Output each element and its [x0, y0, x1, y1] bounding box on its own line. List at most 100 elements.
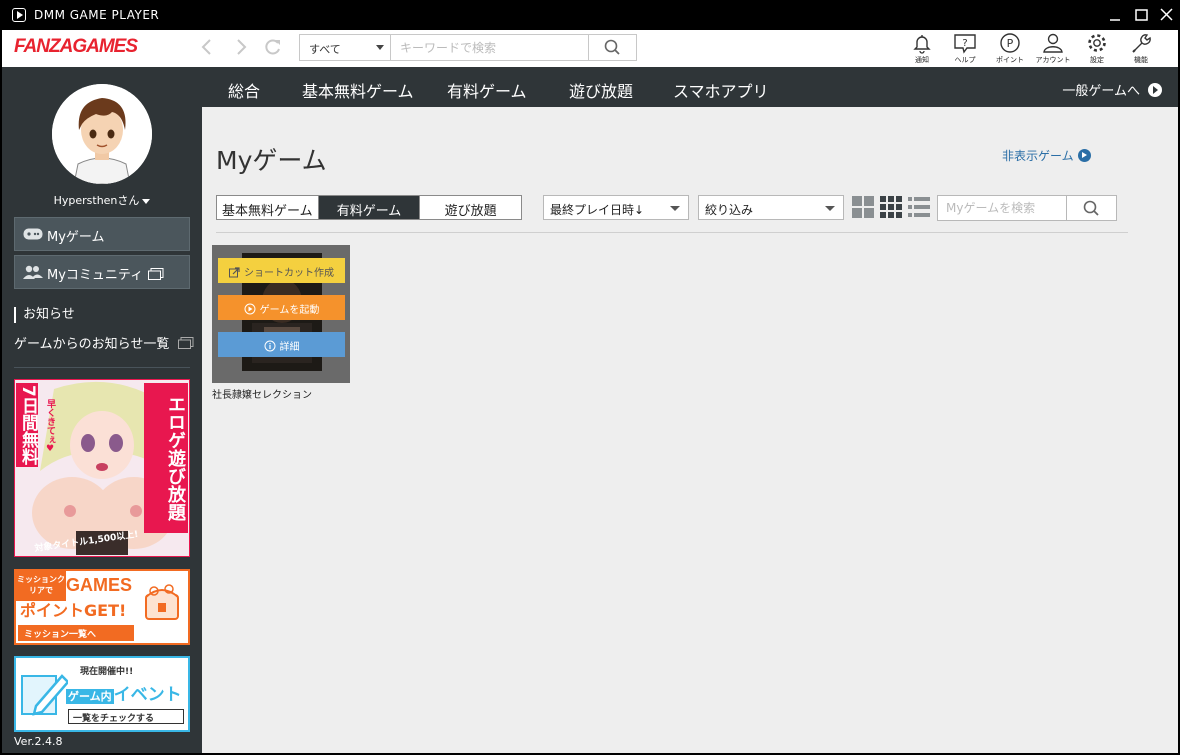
point-button[interactable]: P ポイント: [990, 30, 1030, 67]
banner3-link: 一覧をチェックする: [68, 709, 184, 724]
segment-paid-games[interactable]: 有料ゲーム: [318, 196, 421, 219]
tab-paid-games[interactable]: 有料ゲーム: [447, 78, 527, 102]
sort-value: 最終プレイ日時↓: [550, 203, 645, 217]
banner3-main1: ゲーム内: [66, 689, 114, 704]
sidebar-item-my-community[interactable]: Myコミュニティ: [14, 255, 190, 289]
search-category-select[interactable]: すべて: [300, 35, 391, 60]
notification-button[interactable]: 通知: [902, 30, 942, 67]
chevron-down-icon: [825, 206, 835, 211]
notice-heading: お知らせ: [14, 307, 75, 323]
app-logo-icon: [12, 8, 26, 22]
svg-text:?: ?: [962, 38, 967, 49]
toolbar-divider: [216, 232, 1128, 233]
chevron-down-icon: [376, 45, 384, 50]
search-input[interactable]: [392, 35, 588, 60]
tab-unlimited[interactable]: 遊び放題: [569, 78, 633, 102]
small-grid-view-button[interactable]: [880, 196, 903, 219]
large-grid-icon: [852, 196, 874, 218]
sidebar-divider: [14, 367, 190, 368]
search-icon: [1083, 200, 1099, 216]
banner2-points: ポイントGET!: [20, 601, 127, 620]
app-header: FANZAGAMES すべて 通知 ? ヘルプ: [2, 30, 1178, 67]
sort-select[interactable]: 最終プレイ日時↓: [543, 195, 689, 220]
back-arrow-icon[interactable]: [200, 38, 212, 61]
game-detail-label: 詳細: [279, 342, 300, 353]
banner-mission-points[interactable]: ミッションクリアで GAMES ポイントGET! ミッション一覧へ: [14, 569, 190, 645]
category-nav: 総合 基本無料ゲーム 有料ゲーム 遊び放題 スマホアプリ 一般ゲームへ: [202, 67, 1178, 107]
launch-game-button[interactable]: ゲームを起動: [218, 295, 345, 320]
notification-label: 通知: [915, 56, 929, 64]
banner1-free-days: 7日間無料: [16, 383, 38, 467]
settings-button[interactable]: 設定: [1077, 30, 1117, 67]
gamepad-icon: [23, 228, 43, 244]
arrow-circle-icon: [1148, 83, 1162, 97]
banner2-link: ミッション一覧へ: [18, 625, 134, 641]
help-label: ヘルプ: [954, 56, 976, 64]
page-title: Myゲーム: [216, 146, 327, 175]
settings-label: 設定: [1090, 56, 1104, 64]
account-icon: [1043, 33, 1063, 53]
search-button[interactable]: [588, 35, 636, 60]
banner1-tag: 早くきてぇ♥: [45, 399, 55, 454]
wrench-icon: [1132, 34, 1151, 53]
forward-arrow-icon[interactable]: [236, 38, 248, 61]
tools-button[interactable]: 機能: [1121, 30, 1161, 67]
large-grid-view-button[interactable]: [852, 196, 875, 219]
game-detail-button[interactable]: 詳細: [218, 332, 345, 357]
game-notice-list-label: ゲームからのお知らせ一覧: [14, 337, 170, 352]
banner3-main: ゲーム内 イベント: [66, 680, 182, 705]
search-icon: [604, 39, 620, 55]
svg-text:P: P: [1007, 37, 1014, 50]
hidden-games-link[interactable]: 非表示ゲーム: [1002, 147, 1091, 164]
filter-select[interactable]: 絞り込み: [698, 195, 844, 220]
main-content: Myゲーム 非表示ゲーム 基本無料ゲーム 有料ゲーム 遊び放題 最終プレイ日時↓…: [202, 107, 1178, 753]
close-button[interactable]: [1154, 4, 1180, 26]
brand-logo[interactable]: FANZAGAMES: [14, 36, 138, 58]
game-notice-list-link[interactable]: ゲームからのお知らせ一覧: [14, 333, 194, 352]
people-icon: [23, 265, 43, 283]
avatar[interactable]: [52, 84, 152, 184]
tab-smartphone-apps[interactable]: スマホアプリ: [673, 78, 769, 102]
tab-free-games[interactable]: 基本無料ゲーム: [302, 78, 414, 102]
reload-icon[interactable]: [264, 38, 282, 61]
tab-overview[interactable]: 総合: [228, 78, 260, 102]
create-shortcut-button[interactable]: ショートカット作成: [218, 258, 345, 283]
segment-free-games[interactable]: 基本無料ゲーム: [217, 196, 319, 219]
app-version: Ver.2.4.8: [14, 735, 63, 748]
arrow-circle-icon: [1077, 149, 1091, 162]
general-games-label: 一般ゲームへ: [1062, 84, 1140, 99]
game-card[interactable]: ショートカット作成 ゲームを起動 詳細: [212, 245, 350, 383]
username-menu[interactable]: Hypersthenさん: [2, 192, 202, 208]
bell-icon: [913, 35, 931, 54]
chevron-down-icon: [142, 198, 151, 204]
filter-value: 絞り込み: [705, 203, 754, 217]
launch-game-label: ゲームを起動: [259, 305, 320, 316]
account-button[interactable]: アカウント: [1033, 30, 1073, 67]
my-game-search-input[interactable]: [938, 196, 1066, 220]
hidden-games-label: 非表示ゲーム: [1002, 149, 1074, 163]
chevron-down-icon: [670, 206, 680, 211]
treasure-chest-icon: [145, 584, 179, 620]
my-game-search-button[interactable]: [1066, 196, 1116, 220]
list-icon: [908, 197, 930, 217]
external-window-icon: [177, 337, 193, 349]
segment-unlimited[interactable]: 遊び放題: [420, 196, 521, 219]
banner1-title: エロゲ遊び放題: [144, 383, 188, 533]
window-title: DMM GAME PLAYER: [34, 8, 160, 22]
general-games-link[interactable]: 一般ゲームへ: [1062, 80, 1162, 99]
app-window: DMM GAME PLAYER FANZAGAMES すべて キーワードで検索 …: [0, 0, 1180, 755]
maximize-button[interactable]: [1128, 4, 1154, 26]
help-button[interactable]: ? ヘルプ: [945, 30, 985, 67]
minimize-button[interactable]: [1102, 4, 1128, 26]
game-title[interactable]: 社長隷嬢セレクション: [212, 386, 312, 401]
sidebar-item-my-game[interactable]: Myゲーム: [14, 217, 190, 251]
my-community-label: Myコミュニティ: [47, 268, 144, 283]
tools-label: 機能: [1134, 56, 1148, 64]
list-view-button[interactable]: [908, 196, 931, 219]
banner3-top: 現在開催中!!: [80, 667, 134, 677]
banner-eroge-subscription[interactable]: 7日間無料 エロゲ遊び放題 早くきてぇ♥ 対象タイトル1,500以上!: [14, 379, 190, 557]
sidebar: Hypersthenさん Myゲーム Myコミュニティ お知らせ ゲームからのお…: [2, 67, 202, 753]
username-label: Hypersthenさん: [53, 194, 140, 207]
banner-ingame-event[interactable]: 現在開催中!! ゲーム内 イベント 一覧をチェックする: [14, 656, 190, 732]
title-bar: DMM GAME PLAYER: [0, 0, 1180, 30]
